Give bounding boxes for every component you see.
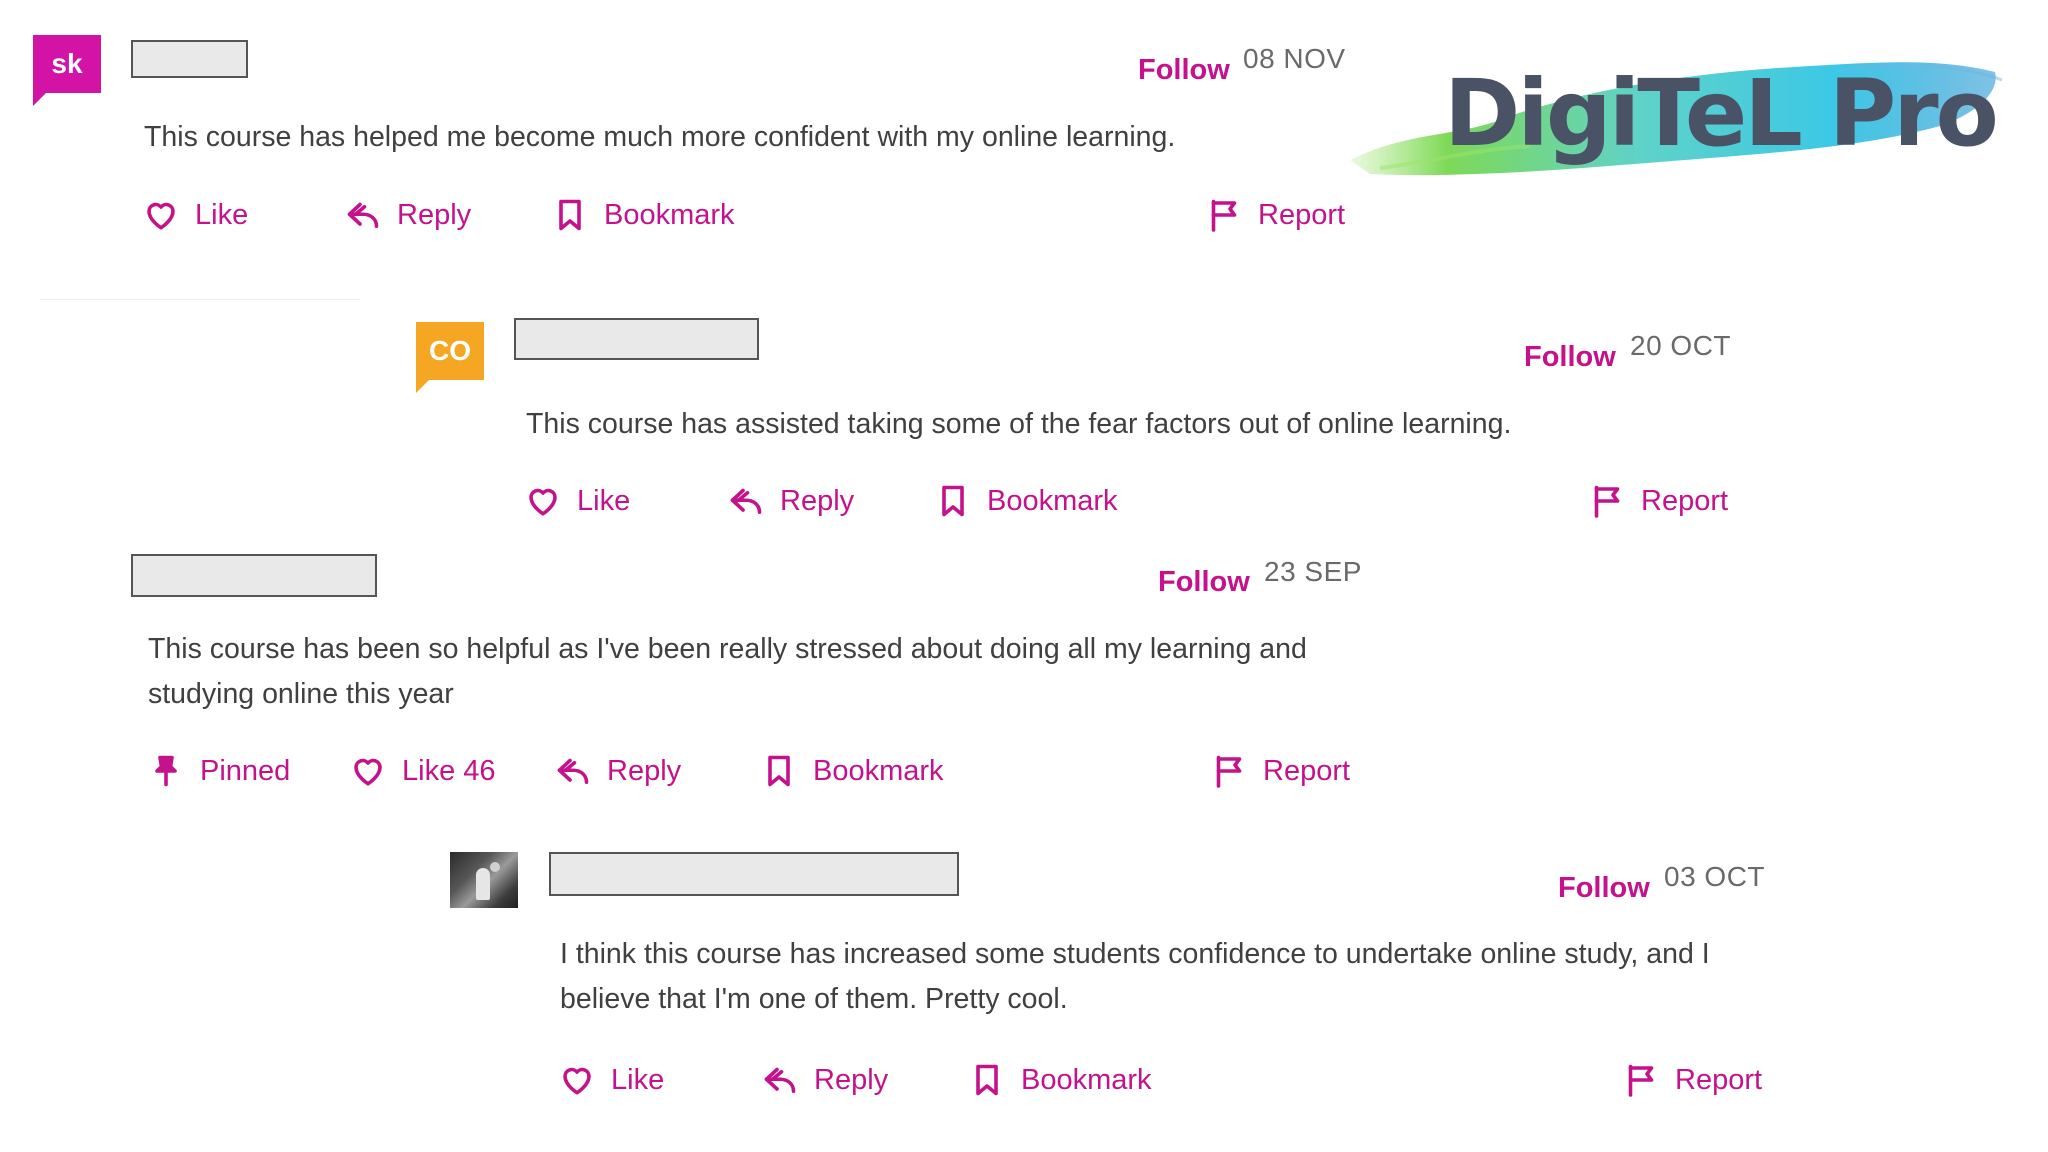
avatar-initials: sk xyxy=(51,48,83,79)
reply-button[interactable]: Reply xyxy=(345,197,471,233)
avatar: CO xyxy=(416,322,484,393)
flag-icon xyxy=(1216,755,1242,788)
reply-button[interactable]: Reply xyxy=(762,1062,888,1098)
report-label: Report xyxy=(1641,484,1729,517)
comment-date: 08 NOV xyxy=(1243,43,1346,74)
bookmark-label: Bookmark xyxy=(813,754,944,787)
like-label: Like xyxy=(577,484,631,517)
reply-button[interactable]: Reply xyxy=(728,483,854,519)
reply-icon xyxy=(730,488,762,515)
comment-date: 23 SEP xyxy=(1264,556,1362,587)
redacted-username xyxy=(131,40,248,78)
bookmark-icon xyxy=(942,485,964,517)
bookmark-label: Bookmark xyxy=(987,484,1118,517)
follow-button[interactable]: Follow xyxy=(1158,566,1250,599)
comment-text: This course has been so helpful as I've … xyxy=(148,627,1307,717)
report-button[interactable]: Report xyxy=(1623,1062,1762,1098)
divider xyxy=(40,299,360,300)
reply-button[interactable]: Reply xyxy=(555,753,681,789)
flag-icon xyxy=(1594,485,1620,518)
bookmark-icon xyxy=(559,199,581,231)
follow-button[interactable]: Follow xyxy=(1558,872,1650,905)
bookmark-button[interactable]: Bookmark xyxy=(935,483,1118,519)
reply-label: Reply xyxy=(607,754,682,787)
reply-label: Reply xyxy=(397,198,472,231)
bookmark-label: Bookmark xyxy=(604,198,735,231)
report-label: Report xyxy=(1675,1063,1763,1096)
report-label: Report xyxy=(1263,754,1351,787)
heart-icon xyxy=(354,758,382,786)
avatar-initials: CO xyxy=(429,335,471,366)
comment-text-line: studying online this year xyxy=(148,678,454,710)
like-button[interactable]: Like xyxy=(143,197,248,233)
pinned-label: Pinned xyxy=(200,754,291,787)
bookmark-button[interactable]: Bookmark xyxy=(761,753,944,789)
comment-date: 20 OCT xyxy=(1630,330,1732,361)
report-button[interactable]: Report xyxy=(1589,483,1728,519)
comment-text: This course has assisted taking some of … xyxy=(526,408,1512,440)
heart-icon xyxy=(147,202,175,230)
flag-icon xyxy=(1628,1064,1654,1097)
like-label: Like xyxy=(611,1063,665,1096)
flag-icon xyxy=(1211,199,1237,232)
reply-icon xyxy=(557,758,589,785)
like-label: Like xyxy=(195,198,249,231)
avatar: sk xyxy=(33,35,101,106)
heart-icon xyxy=(563,1067,591,1095)
report-button[interactable]: Report xyxy=(1211,753,1350,789)
redacted-username xyxy=(131,554,377,597)
pin-icon xyxy=(155,755,177,787)
digitel-pro-logo: DigiTeL Pro xyxy=(1340,50,2010,190)
avatar xyxy=(450,852,518,908)
redacted-username xyxy=(514,318,759,360)
heart-icon xyxy=(529,488,557,516)
bookmark-button[interactable]: Bookmark xyxy=(969,1062,1152,1098)
comment-text-line: believe that I'm one of them. Pretty coo… xyxy=(560,983,1068,1015)
bookmark-icon xyxy=(976,1064,998,1096)
report-label: Report xyxy=(1258,198,1346,231)
redacted-username xyxy=(549,852,959,896)
bookmark-button[interactable]: Bookmark xyxy=(552,197,735,233)
logo-text: DigiTeL Pro xyxy=(1444,60,1999,167)
like-button[interactable]: Like 46 xyxy=(350,753,496,789)
bookmark-label: Bookmark xyxy=(1021,1063,1152,1096)
reply-icon xyxy=(347,202,379,229)
like-button[interactable]: Like xyxy=(525,483,630,519)
follow-button[interactable]: Follow xyxy=(1524,341,1616,374)
comment-text: I think this course has increased some s… xyxy=(560,932,1710,1022)
like-label: Like 46 xyxy=(402,754,496,787)
like-button[interactable]: Like xyxy=(559,1062,664,1098)
comment-text-line: I think this course has increased some s… xyxy=(560,938,1710,970)
reply-icon xyxy=(764,1067,796,1094)
follow-button[interactable]: Follow xyxy=(1138,54,1230,87)
reply-label: Reply xyxy=(814,1063,889,1096)
pinned-badge: Pinned xyxy=(148,753,290,789)
comment-text: This course has helped me become much mo… xyxy=(144,121,1176,153)
report-button[interactable]: Report xyxy=(1206,197,1345,233)
bookmark-icon xyxy=(768,755,790,787)
comment-text-line: This course has been so helpful as I've … xyxy=(148,633,1307,665)
comment-date: 03 OCT xyxy=(1664,861,1766,892)
reply-label: Reply xyxy=(780,484,855,517)
